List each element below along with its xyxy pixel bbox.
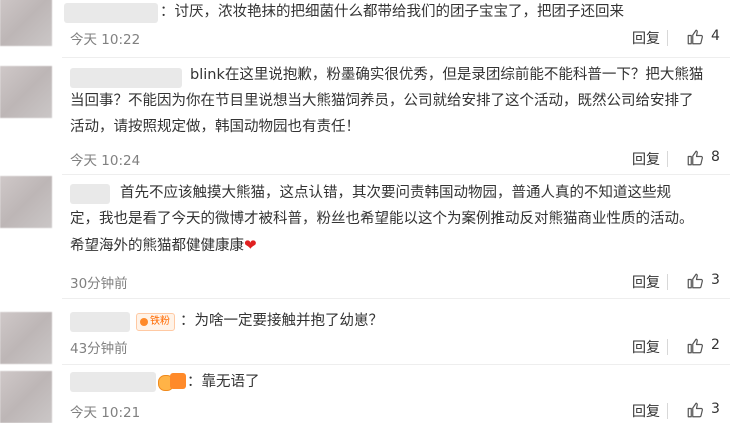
reply-button[interactable]: 回复 [632, 28, 660, 48]
reply-button[interactable]: 回复 [632, 272, 660, 292]
avatar[interactable] [0, 312, 52, 364]
thumbs-up-icon[interactable] [686, 28, 704, 46]
comment-1: ：讨厌，浓妆艳抹的把细菌什么都带给我们的团子宝宝了，把团子还回来 今天 10:2… [0, 0, 730, 60]
thumbs-up-icon[interactable] [686, 401, 704, 419]
comment-line: 当回事？不能因为你在节目里说想当大熊猫饲养员，公司就给安排了这个活动，既然公司给… [70, 93, 694, 109]
comment-line: 活动，请按照规定做，韩国动物园也有责任！ [70, 119, 360, 135]
separator [62, 364, 730, 365]
timestamp: 今天 10:22 [70, 32, 141, 48]
like-count: 3 [711, 401, 720, 417]
fan-badge: 铁粉 [136, 313, 175, 331]
timestamp: 今天 10:24 [70, 153, 141, 169]
comment-line: blink在这里说抱歉，粉墨确实很优秀，但是录团综前能不能科普一下？把大熊猫 [190, 67, 704, 83]
divider [667, 151, 668, 167]
thumbs-up-icon[interactable] [686, 337, 704, 355]
divider [667, 30, 668, 46]
badge-icon [140, 318, 148, 326]
divider [667, 339, 668, 355]
like-count: 2 [711, 337, 720, 353]
divider [667, 274, 668, 290]
comment-text: ：靠无语了 [187, 374, 260, 390]
avatar[interactable] [0, 0, 52, 46]
avatar[interactable] [0, 371, 52, 423]
reply-button[interactable]: 回复 [632, 149, 660, 169]
thumbs-up-icon[interactable] [686, 272, 704, 290]
comment-line: 首先不应该触摸大熊猫，这点认错，其次要问责韩国动物园，普通人真的不知道这些规 [120, 185, 671, 201]
comment-4: 铁粉 ：为啥一定要接触并抱了幼崽？ 43分钟前 回复 2 [0, 300, 730, 364]
like-count: 4 [711, 28, 720, 44]
username[interactable] [70, 312, 130, 332]
comment-line-text: 希望海外的熊猫都健健康康 [70, 238, 244, 254]
heart-icon: ❤ [244, 236, 257, 254]
thumbs-up-icon[interactable] [686, 149, 704, 167]
comment-text: 首先不应该触摸大熊猫，这点认错，其次要问责韩国动物园，普通人真的不知道这些规 定… [70, 180, 720, 259]
reply-button[interactable]: 回复 [632, 337, 660, 357]
comment-text: blink在这里说抱歉，粉墨确实很优秀，但是录团综前能不能科普一下？把大熊猫 当… [70, 62, 720, 140]
username[interactable] [70, 372, 156, 392]
divider [667, 403, 668, 419]
comment-2: blink在这里说抱歉，粉墨确实很优秀，但是录团综前能不能科普一下？把大熊猫 当… [0, 58, 730, 174]
comment-line: 希望海外的熊猫都健健康康❤ [70, 232, 720, 259]
badge-label: 铁粉 [150, 316, 170, 327]
level-badge-icon [170, 373, 186, 389]
comment-3: 首先不应该触摸大熊猫，这点认错，其次要问责韩国动物园，普通人真的不知道这些规 定… [0, 176, 730, 300]
comment-text: ：讨厌，浓妆艳抹的把细菌什么都带给我们的团子宝宝了，把团子还回来 [160, 4, 624, 20]
username[interactable] [64, 3, 158, 23]
reply-button[interactable]: 回复 [632, 401, 660, 421]
timestamp: 今天 10:21 [70, 405, 141, 421]
avatar[interactable] [0, 176, 52, 228]
timestamp: 43分钟前 [70, 341, 128, 357]
comment-text: ：为啥一定要接触并抱了幼崽？ [180, 313, 383, 329]
comment-5: ：靠无语了 今天 10:21 回复 3 [0, 366, 730, 423]
like-count: 8 [711, 149, 720, 165]
avatar[interactable] [0, 66, 52, 118]
comment-line: 定，我也是看了今天的微博才被科普，粉丝也希望能以这个为案例推动反对熊猫商业性质的… [70, 211, 694, 227]
timestamp: 30分钟前 [70, 276, 128, 292]
like-count: 3 [711, 272, 720, 288]
separator [62, 298, 730, 299]
separator [62, 174, 730, 175]
